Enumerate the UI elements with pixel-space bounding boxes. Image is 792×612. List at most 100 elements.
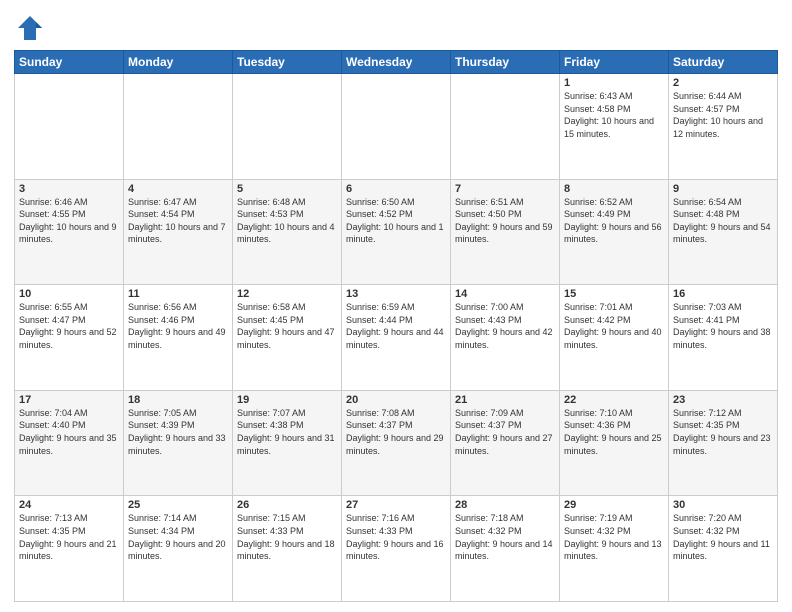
day-number: 9 [673, 183, 773, 195]
day-info: Sunrise: 6:48 AM Sunset: 4:53 PM Dayligh… [237, 197, 335, 245]
calendar-cell: 16 Sunrise: 7:03 AM Sunset: 4:41 PM Dayli… [669, 285, 778, 391]
calendar-cell: 26 Sunrise: 7:15 AM Sunset: 4:33 PM Dayli… [233, 496, 342, 602]
day-info: Sunrise: 6:47 AM Sunset: 4:54 PM Dayligh… [128, 197, 226, 245]
day-number: 12 [237, 288, 337, 300]
calendar-cell: 6 Sunrise: 6:50 AM Sunset: 4:52 PM Daylig… [342, 179, 451, 285]
calendar-cell: 21 Sunrise: 7:09 AM Sunset: 4:37 PM Dayli… [451, 390, 560, 496]
calendar-week-3: 10 Sunrise: 6:55 AM Sunset: 4:47 PM Dayli… [15, 285, 778, 391]
day-info: Sunrise: 7:14 AM Sunset: 4:34 PM Dayligh… [128, 513, 226, 561]
day-info: Sunrise: 7:08 AM Sunset: 4:37 PM Dayligh… [346, 408, 444, 456]
weekday-saturday: Saturday [669, 51, 778, 74]
calendar-cell: 8 Sunrise: 6:52 AM Sunset: 4:49 PM Daylig… [560, 179, 669, 285]
calendar-cell: 20 Sunrise: 7:08 AM Sunset: 4:37 PM Dayli… [342, 390, 451, 496]
calendar-cell: 15 Sunrise: 7:01 AM Sunset: 4:42 PM Dayli… [560, 285, 669, 391]
weekday-thursday: Thursday [451, 51, 560, 74]
weekday-tuesday: Tuesday [233, 51, 342, 74]
day-info: Sunrise: 6:56 AM Sunset: 4:46 PM Dayligh… [128, 302, 226, 350]
day-info: Sunrise: 7:13 AM Sunset: 4:35 PM Dayligh… [19, 513, 117, 561]
day-number: 20 [346, 394, 446, 406]
weekday-sunday: Sunday [15, 51, 124, 74]
day-info: Sunrise: 7:03 AM Sunset: 4:41 PM Dayligh… [673, 302, 771, 350]
day-info: Sunrise: 6:43 AM Sunset: 4:58 PM Dayligh… [564, 91, 654, 139]
day-number: 16 [673, 288, 773, 300]
day-number: 27 [346, 499, 446, 511]
day-info: Sunrise: 6:54 AM Sunset: 4:48 PM Dayligh… [673, 197, 771, 245]
day-info: Sunrise: 7:00 AM Sunset: 4:43 PM Dayligh… [455, 302, 553, 350]
day-info: Sunrise: 7:18 AM Sunset: 4:32 PM Dayligh… [455, 513, 553, 561]
day-number: 17 [19, 394, 119, 406]
day-info: Sunrise: 7:01 AM Sunset: 4:42 PM Dayligh… [564, 302, 662, 350]
calendar-cell: 7 Sunrise: 6:51 AM Sunset: 4:50 PM Daylig… [451, 179, 560, 285]
weekday-wednesday: Wednesday [342, 51, 451, 74]
day-number: 2 [673, 77, 773, 89]
day-info: Sunrise: 6:44 AM Sunset: 4:57 PM Dayligh… [673, 91, 763, 139]
day-number: 21 [455, 394, 555, 406]
day-info: Sunrise: 6:51 AM Sunset: 4:50 PM Dayligh… [455, 197, 553, 245]
calendar-cell: 4 Sunrise: 6:47 AM Sunset: 4:54 PM Daylig… [124, 179, 233, 285]
calendar-cell: 27 Sunrise: 7:16 AM Sunset: 4:33 PM Dayli… [342, 496, 451, 602]
header [14, 10, 778, 42]
page: SundayMondayTuesdayWednesdayThursdayFrid… [0, 0, 792, 612]
calendar-week-2: 3 Sunrise: 6:46 AM Sunset: 4:55 PM Daylig… [15, 179, 778, 285]
calendar-cell: 28 Sunrise: 7:18 AM Sunset: 4:32 PM Dayli… [451, 496, 560, 602]
calendar-cell [451, 74, 560, 180]
day-number: 29 [564, 499, 664, 511]
day-number: 5 [237, 183, 337, 195]
day-number: 22 [564, 394, 664, 406]
day-number: 3 [19, 183, 119, 195]
weekday-monday: Monday [124, 51, 233, 74]
logo [14, 14, 44, 42]
day-info: Sunrise: 7:04 AM Sunset: 4:40 PM Dayligh… [19, 408, 117, 456]
calendar-cell: 29 Sunrise: 7:19 AM Sunset: 4:32 PM Dayli… [560, 496, 669, 602]
day-number: 8 [564, 183, 664, 195]
day-number: 26 [237, 499, 337, 511]
day-info: Sunrise: 7:12 AM Sunset: 4:35 PM Dayligh… [673, 408, 771, 456]
day-number: 10 [19, 288, 119, 300]
calendar-cell: 11 Sunrise: 6:56 AM Sunset: 4:46 PM Dayli… [124, 285, 233, 391]
day-info: Sunrise: 7:05 AM Sunset: 4:39 PM Dayligh… [128, 408, 226, 456]
day-number: 4 [128, 183, 228, 195]
calendar-body: 1Sunrise: 6:43 AM Sunset: 4:58 PM Daylig… [15, 74, 778, 602]
day-info: Sunrise: 7:15 AM Sunset: 4:33 PM Dayligh… [237, 513, 335, 561]
calendar-table: SundayMondayTuesdayWednesdayThursdayFrid… [14, 50, 778, 602]
calendar-cell: 2 Sunrise: 6:44 AM Sunset: 4:57 PM Daylig… [669, 74, 778, 180]
calendar-week-1: 1Sunrise: 6:43 AM Sunset: 4:58 PM Daylig… [15, 74, 778, 180]
calendar-week-4: 17 Sunrise: 7:04 AM Sunset: 4:40 PM Dayli… [15, 390, 778, 496]
day-number: 6 [346, 183, 446, 195]
day-number: 24 [19, 499, 119, 511]
calendar-cell: 3 Sunrise: 6:46 AM Sunset: 4:55 PM Daylig… [15, 179, 124, 285]
logo-icon [16, 14, 44, 42]
day-info: Sunrise: 6:52 AM Sunset: 4:49 PM Dayligh… [564, 197, 662, 245]
day-number: 15 [564, 288, 664, 300]
day-number: 18 [128, 394, 228, 406]
day-number: 14 [455, 288, 555, 300]
calendar-cell: 13 Sunrise: 6:59 AM Sunset: 4:44 PM Dayli… [342, 285, 451, 391]
day-info: Sunrise: 6:46 AM Sunset: 4:55 PM Dayligh… [19, 197, 117, 245]
calendar-cell [15, 74, 124, 180]
day-info: Sunrise: 7:09 AM Sunset: 4:37 PM Dayligh… [455, 408, 553, 456]
calendar-cell: 23 Sunrise: 7:12 AM Sunset: 4:35 PM Dayli… [669, 390, 778, 496]
weekday-header-row: SundayMondayTuesdayWednesdayThursdayFrid… [15, 51, 778, 74]
day-info: Sunrise: 6:55 AM Sunset: 4:47 PM Dayligh… [19, 302, 117, 350]
day-number: 25 [128, 499, 228, 511]
day-number: 7 [455, 183, 555, 195]
day-number: 28 [455, 499, 555, 511]
calendar-cell: 25 Sunrise: 7:14 AM Sunset: 4:34 PM Dayli… [124, 496, 233, 602]
calendar-cell: 12 Sunrise: 6:58 AM Sunset: 4:45 PM Dayli… [233, 285, 342, 391]
calendar-cell: 1Sunrise: 6:43 AM Sunset: 4:58 PM Daylig… [560, 74, 669, 180]
day-info: Sunrise: 7:16 AM Sunset: 4:33 PM Dayligh… [346, 513, 444, 561]
calendar-cell: 5 Sunrise: 6:48 AM Sunset: 4:53 PM Daylig… [233, 179, 342, 285]
day-number: 23 [673, 394, 773, 406]
day-info: Sunrise: 6:50 AM Sunset: 4:52 PM Dayligh… [346, 197, 444, 245]
calendar-cell: 24 Sunrise: 7:13 AM Sunset: 4:35 PM Dayli… [15, 496, 124, 602]
day-number: 13 [346, 288, 446, 300]
day-number: 11 [128, 288, 228, 300]
calendar-cell: 18 Sunrise: 7:05 AM Sunset: 4:39 PM Dayli… [124, 390, 233, 496]
calendar-week-5: 24 Sunrise: 7:13 AM Sunset: 4:35 PM Dayli… [15, 496, 778, 602]
calendar-cell: 19Sunrise: 7:07 AM Sunset: 4:38 PM Dayli… [233, 390, 342, 496]
day-info: Sunrise: 6:59 AM Sunset: 4:44 PM Dayligh… [346, 302, 444, 350]
day-info: Sunrise: 7:19 AM Sunset: 4:32 PM Dayligh… [564, 513, 662, 561]
day-info: Sunrise: 7:20 AM Sunset: 4:32 PM Dayligh… [673, 513, 770, 561]
calendar-cell: 9 Sunrise: 6:54 AM Sunset: 4:48 PM Daylig… [669, 179, 778, 285]
day-info: Sunrise: 6:58 AM Sunset: 4:45 PM Dayligh… [237, 302, 335, 350]
